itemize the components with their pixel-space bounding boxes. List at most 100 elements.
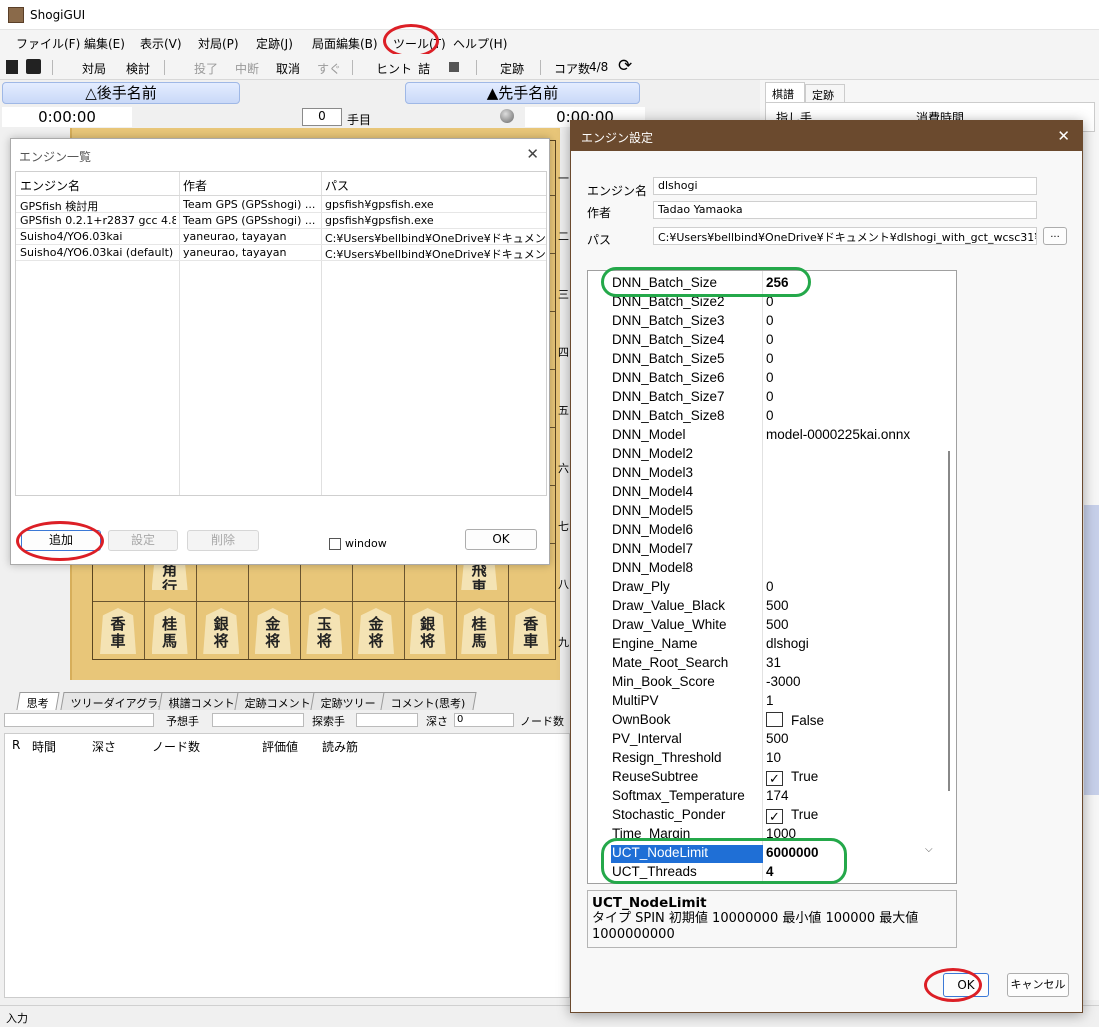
delete-engine-button[interactable]: 削除 bbox=[187, 530, 259, 551]
option-row-dnn-model2[interactable]: DNN_Model2 bbox=[588, 445, 956, 464]
close-icon[interactable]: ✕ bbox=[1057, 127, 1070, 145]
tab-kifu[interactable]: 棋譜 bbox=[765, 82, 805, 102]
option-value[interactable]: 500 bbox=[766, 731, 789, 746]
mate-button[interactable]: 詰 bbox=[418, 60, 430, 77]
stop-icon[interactable] bbox=[449, 62, 459, 72]
engine-row[interactable]: GPSfish 検討用 Team GPS (GPSshogi) ... gpsf… bbox=[16, 197, 546, 213]
option-value[interactable]: 0 bbox=[766, 332, 774, 347]
option-checkbox[interactable]: ✓ bbox=[766, 771, 783, 786]
suspend-button[interactable]: 中断 bbox=[235, 60, 259, 77]
shogi-piece[interactable]: 金 将 bbox=[254, 608, 291, 654]
engine-settings-button[interactable]: 設定 bbox=[108, 530, 178, 551]
option-value[interactable]: 0 bbox=[766, 408, 774, 423]
option-row-min-book-score[interactable]: Min_Book_Score -3000 bbox=[588, 673, 956, 692]
option-row-dnn-batch-size5[interactable]: DNN_Batch_Size5 0 bbox=[588, 350, 956, 369]
joseki-button[interactable]: 定跡 bbox=[500, 60, 524, 77]
option-value[interactable]: ✓ True bbox=[766, 769, 818, 786]
hint-button[interactable]: ヒント bbox=[376, 60, 412, 77]
menu-file[interactable]: ファイル(F) bbox=[16, 35, 80, 52]
option-row-reusesubtree[interactable]: ReuseSubtree ✓ True bbox=[588, 768, 956, 787]
resign-button[interactable]: 投了 bbox=[194, 60, 218, 77]
move-now-button[interactable]: すぐ bbox=[317, 60, 341, 77]
menu-play[interactable]: 対局(P) bbox=[198, 35, 239, 52]
option-row-dnn-batch-size7[interactable]: DNN_Batch_Size7 0 bbox=[588, 388, 956, 407]
new-file-icon[interactable] bbox=[6, 60, 18, 74]
option-row-ownbook[interactable]: OwnBook False bbox=[588, 711, 956, 730]
settings-cancel-button[interactable]: キャンセル bbox=[1007, 973, 1069, 997]
option-row-dnn-model6[interactable]: DNN_Model6 bbox=[588, 521, 956, 540]
option-row-pv-interval[interactable]: PV_Interval 500 bbox=[588, 730, 956, 749]
save-icon[interactable] bbox=[26, 59, 41, 74]
tab-thinking[interactable]: 思考 bbox=[16, 692, 60, 710]
thinking-list[interactable] bbox=[4, 733, 570, 998]
option-row-draw-ply[interactable]: Draw_Ply 0 bbox=[588, 578, 956, 597]
option-row-dnn-model4[interactable]: DNN_Model4 bbox=[588, 483, 956, 502]
tab-joseki-comment[interactable]: 定跡コメント bbox=[234, 692, 322, 710]
option-row-dnn-model8[interactable]: DNN_Model8 bbox=[588, 559, 956, 578]
column-header[interactable]: パス bbox=[325, 177, 349, 194]
menu-edit[interactable]: 編集(E) bbox=[84, 35, 125, 52]
shogi-piece[interactable]: 銀 将 bbox=[203, 608, 240, 654]
engine-name-input[interactable]: dlshogi bbox=[653, 177, 1037, 195]
shogi-piece[interactable]: 玉 将 bbox=[306, 608, 343, 654]
shogi-piece[interactable]: 香 車 bbox=[512, 608, 549, 654]
menu-position-edit[interactable]: 局面編集(B) bbox=[312, 35, 378, 52]
engine-row[interactable]: GPSfish 0.2.1+r2837 gcc 4.8.1... Team GP… bbox=[16, 213, 546, 229]
author-input[interactable]: Tadao Yamaoka bbox=[653, 201, 1037, 219]
column-header[interactable]: エンジン名 bbox=[20, 177, 80, 194]
close-icon[interactable]: ✕ bbox=[526, 145, 539, 163]
option-row-dnn-model3[interactable]: DNN_Model3 bbox=[588, 464, 956, 483]
option-row-mate-root-search[interactable]: Mate_Root_Search 31 bbox=[588, 654, 956, 673]
shogi-piece[interactable]: 銀 将 bbox=[409, 608, 446, 654]
engine-row[interactable]: Suisho4/YO6.03kai yaneurao, tayayan C:¥U… bbox=[16, 229, 546, 245]
option-value[interactable]: dlshogi bbox=[766, 636, 809, 651]
engine-row[interactable]: Suisho4/YO6.03kai (default) yaneurao, ta… bbox=[16, 245, 546, 261]
tab-kifu-comment[interactable]: 棋譜コメント bbox=[158, 692, 246, 710]
undo-button[interactable]: 取消 bbox=[276, 60, 300, 77]
shogi-piece[interactable]: 香 車 bbox=[100, 608, 136, 654]
move-number-field[interactable]: 0 bbox=[302, 108, 342, 126]
option-value[interactable]: 0 bbox=[766, 370, 774, 385]
option-row-dnn-batch-size6[interactable]: DNN_Batch_Size6 0 bbox=[588, 369, 956, 388]
option-row-engine-name[interactable]: Engine_Name dlshogi bbox=[588, 635, 956, 654]
option-value[interactable]: 0 bbox=[766, 313, 774, 328]
refresh-icon[interactable]: ⟳ bbox=[618, 56, 632, 76]
option-row-multipv[interactable]: MultiPV 1 bbox=[588, 692, 956, 711]
tab-joseki-tree[interactable]: 定跡ツリー bbox=[310, 692, 387, 710]
menu-view[interactable]: 表示(V) bbox=[140, 35, 182, 52]
option-row-resign-threshold[interactable]: Resign_Threshold 10 bbox=[588, 749, 956, 768]
column-header[interactable]: 作者 bbox=[183, 177, 207, 194]
analyze-button[interactable]: 検討 bbox=[126, 60, 150, 77]
option-value[interactable]: 500 bbox=[766, 598, 789, 613]
option-row-dnn-model7[interactable]: DNN_Model7 bbox=[588, 540, 956, 559]
tab-comment-thinking[interactable]: コメント(思考) bbox=[380, 692, 477, 710]
play-button[interactable]: 対局 bbox=[82, 60, 106, 77]
option-row-dnn-batch-size8[interactable]: DNN_Batch_Size8 0 bbox=[588, 407, 956, 426]
window-checkbox[interactable] bbox=[329, 538, 341, 550]
option-value[interactable]: 174 bbox=[766, 788, 789, 803]
option-value[interactable]: 0 bbox=[766, 579, 774, 594]
menu-help[interactable]: ヘルプ(H) bbox=[453, 35, 507, 52]
shogi-piece[interactable]: 桂 馬 bbox=[151, 608, 188, 654]
option-value[interactable]: False bbox=[766, 712, 824, 728]
option-row-draw-value-black[interactable]: Draw_Value_Black 500 bbox=[588, 597, 956, 616]
core-count-value[interactable]: 4/8 bbox=[589, 60, 608, 74]
options-grid[interactable]: DNN_Batch_Size 256 DNN_Batch_Size2 0 DNN_Bat… bbox=[587, 270, 957, 884]
option-row-stochastic-ponder[interactable]: Stochastic_Ponder ✓ True bbox=[588, 806, 956, 825]
option-value[interactable]: 31 bbox=[766, 655, 781, 670]
option-value[interactable]: 10 bbox=[766, 750, 781, 765]
path-input[interactable]: C:¥Users¥bellbind¥OneDrive¥ドキュメント¥dlshog… bbox=[653, 227, 1037, 245]
vertical-scrollbar[interactable] bbox=[948, 451, 950, 791]
option-row-dnn-batch-size3[interactable]: DNN_Batch_Size3 0 bbox=[588, 312, 956, 331]
menu-joseki[interactable]: 定跡(J) bbox=[256, 35, 293, 52]
option-value[interactable]: 500 bbox=[766, 617, 789, 632]
option-value[interactable]: 1 bbox=[766, 693, 774, 708]
option-value[interactable]: ✓ True bbox=[766, 807, 818, 824]
option-row-dnn-model5[interactable]: DNN_Model5 bbox=[588, 502, 956, 521]
browse-button[interactable]: ... bbox=[1043, 227, 1067, 245]
option-value[interactable]: model-0000225kai.onnx bbox=[766, 427, 910, 442]
shogi-piece[interactable]: 金 将 bbox=[358, 608, 394, 654]
option-checkbox[interactable] bbox=[766, 712, 783, 727]
option-row-dnn-model[interactable]: DNN_Model model-0000225kai.onnx bbox=[588, 426, 956, 445]
option-value[interactable]: -3000 bbox=[766, 674, 801, 689]
